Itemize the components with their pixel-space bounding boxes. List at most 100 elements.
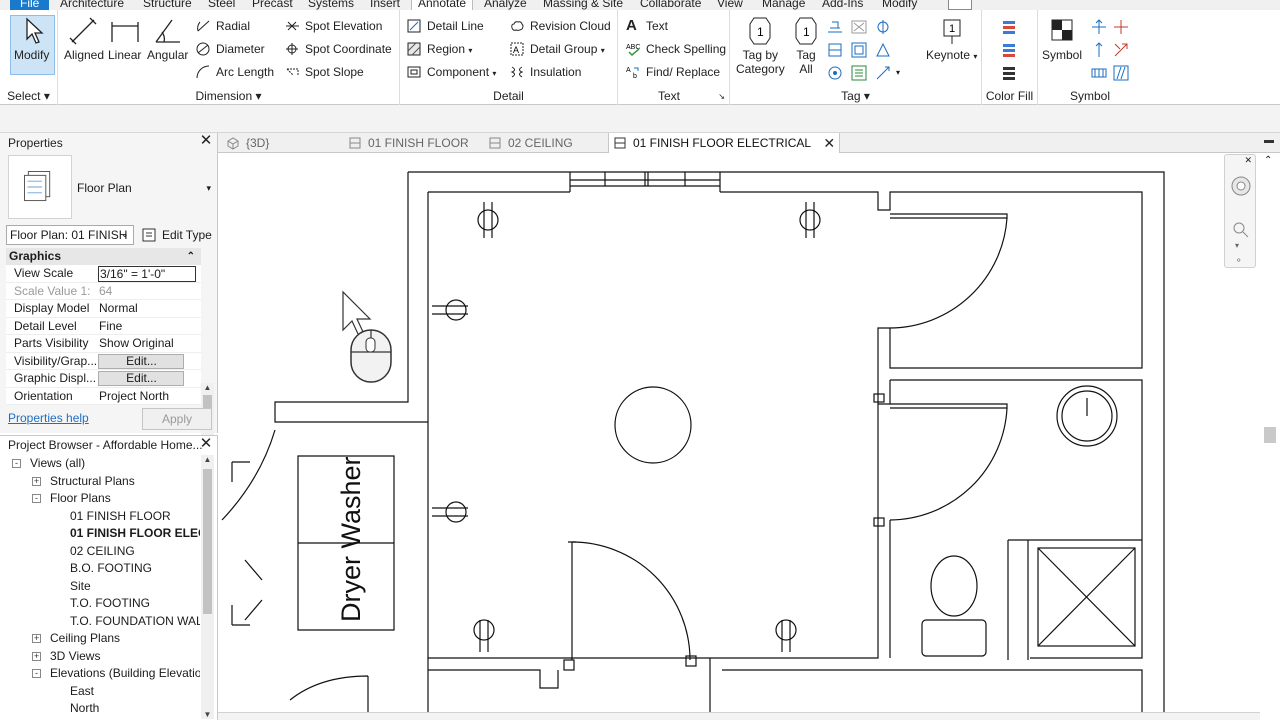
navbar-options-icon[interactable]: ⚬ — [1235, 255, 1243, 266]
zoom-icon[interactable] — [1232, 221, 1250, 239]
view-tab-01-finish-floor[interactable]: 01 FINISH FLOOR — [348, 133, 469, 153]
scroll-up-icon[interactable]: ⌃ — [1264, 155, 1272, 166]
tag-by-category-button[interactable]: 1 Tag by Category — [736, 16, 785, 76]
graphics-group-header[interactable]: Graphics ⌃ — [6, 248, 201, 265]
type-selector-name[interactable]: Floor Plan — [77, 181, 132, 195]
view-tab-02-ceiling[interactable]: 02 CEILING — [488, 133, 573, 153]
scroll-thumb[interactable] — [1264, 427, 1276, 443]
browser-node[interactable]: + Structural Plans — [32, 473, 135, 491]
type-selector-dropdown-icon[interactable]: ▾ — [206, 183, 211, 194]
zoom-dropdown-icon[interactable]: ▾ — [1235, 241, 1239, 250]
browser-node[interactable]: B.O. FOOTING — [70, 560, 152, 578]
scroll-up-icon[interactable]: ▲ — [201, 383, 214, 392]
detail-line-button[interactable]: Detail Line — [407, 16, 484, 36]
steering-wheel-icon[interactable] — [1230, 175, 1252, 197]
view-scale-input[interactable]: 3/16" = 1'-0" — [98, 266, 196, 282]
multi-category-tag-icon[interactable] — [850, 18, 868, 36]
tab-add-ins[interactable]: Add-Ins — [822, 0, 863, 10]
component-dropdown-icon[interactable]: ▾ — [492, 69, 496, 78]
scroll-up-icon[interactable]: ▲ — [201, 455, 214, 464]
tab-massing-site[interactable]: Massing & Site — [543, 0, 623, 10]
prop-row-display-model[interactable]: Display Model Normal — [6, 300, 201, 318]
prop-value[interactable]: Show Original — [98, 335, 196, 352]
insulation-button[interactable]: Insulation — [510, 62, 581, 82]
detail-group-dropdown-icon[interactable]: ▾ — [601, 46, 605, 55]
browser-node[interactable]: + Ceiling Plans — [32, 630, 120, 648]
tab-manage[interactable]: Manage — [762, 0, 805, 10]
tab-architecture[interactable]: Architecture — [60, 0, 124, 10]
prop-row-orientation[interactable]: Orientation Project North — [6, 388, 201, 405]
room-tag-icon[interactable] — [850, 41, 868, 59]
prop-row-detail-level[interactable]: Detail Level Fine — [6, 318, 201, 335]
prop-value[interactable]: Project North — [98, 388, 196, 405]
collapse-icon[interactable]: - — [32, 669, 41, 678]
angular-dimension-button[interactable]: Angular — [147, 16, 188, 62]
duct-legend-icon[interactable] — [1000, 18, 1018, 36]
tab-annotate[interactable]: Annotate — [411, 0, 474, 10]
fabric-area-icon[interactable] — [1112, 41, 1130, 59]
prop-row-parts-visibility[interactable]: Parts Visibility Show Original — [6, 335, 201, 353]
floor-plan-drawing[interactable]: Dryer Washer — [218, 153, 1260, 720]
check-spelling-button[interactable]: ABC Check Spelling — [626, 39, 726, 59]
area-tag-icon[interactable] — [826, 41, 844, 59]
properties-close-icon[interactable]: ✕ — [199, 133, 213, 148]
tag-more-dropdown-icon[interactable]: ▾ — [896, 68, 900, 77]
space-tag-icon[interactable] — [874, 41, 892, 59]
modify-button[interactable]: Modify — [14, 16, 49, 62]
panel-title-dimension[interactable]: Dimension ▾ — [58, 89, 399, 103]
expand-icon[interactable]: + — [32, 476, 41, 486]
browser-node[interactable]: North — [70, 700, 99, 718]
browser-node[interactable]: East — [70, 683, 94, 701]
scroll-down-icon[interactable]: ▼ — [201, 710, 214, 719]
collapse-icon[interactable]: - — [32, 494, 41, 503]
tag-all-button[interactable]: 1 Tag All — [790, 16, 822, 76]
expand-icon[interactable]: + — [32, 651, 41, 661]
scroll-thumb[interactable] — [203, 469, 212, 614]
browser-node[interactable]: - Views (all) — [12, 455, 85, 473]
linear-dimension-button[interactable]: Linear — [108, 16, 141, 62]
browser-node[interactable]: 01 FINISH FLOOR — [70, 508, 171, 526]
detail-group-button[interactable]: A Detail Group ▾ — [510, 39, 605, 59]
collapse-icon[interactable]: - — [12, 459, 21, 468]
panel-title-tag[interactable]: Tag ▾ — [730, 89, 981, 103]
graphic-display-edit-button[interactable]: Edit... — [98, 371, 184, 386]
stair-path-icon[interactable] — [1090, 41, 1108, 59]
canvas-vertical-scrollbar[interactable]: ⌃ — [1260, 153, 1280, 720]
area-reinforcement-icon[interactable] — [1090, 64, 1108, 82]
aligned-dimension-button[interactable]: Aligned — [64, 16, 104, 62]
keynote-tag-icon[interactable] — [850, 64, 868, 82]
apply-button[interactable]: Apply — [142, 408, 212, 430]
tab-insert[interactable]: Insert — [370, 0, 400, 10]
beam-symbol-icon[interactable] — [1112, 18, 1130, 36]
tab-systems[interactable]: Systems — [308, 0, 354, 10]
material-tag-icon[interactable] — [874, 18, 892, 36]
collapse-group-icon[interactable]: ⌃ — [187, 248, 195, 265]
view-reference-icon[interactable] — [826, 64, 844, 82]
span-direction-icon[interactable] — [1090, 18, 1108, 36]
tab-steel[interactable]: Steel — [208, 0, 235, 10]
prop-value[interactable]: Fine — [98, 318, 196, 335]
text-button[interactable]: A Text — [626, 16, 668, 36]
tab-precast[interactable]: Precast — [252, 0, 293, 10]
region-dropdown-icon[interactable]: ▾ — [468, 46, 472, 55]
keynote-dropdown-icon[interactable]: ▾ — [973, 52, 977, 61]
tag-options-icon[interactable] — [874, 64, 892, 82]
instance-view-selector[interactable]: Floor Plan: 01 FINISH ⌄ — [6, 225, 134, 245]
radial-dimension-button[interactable]: Radial — [196, 16, 250, 36]
contextual-tab-dropdown[interactable] — [948, 0, 972, 10]
browser-node[interactable]: T.O. FOUNDATION WALL — [70, 613, 200, 631]
project-browser-close-icon[interactable]: ✕ — [199, 436, 213, 451]
prop-row-view-scale[interactable]: View Scale 3/16" = 1'-0" — [6, 265, 201, 283]
revision-cloud-button[interactable]: Revision Cloud — [510, 16, 611, 36]
tab-collaborate[interactable]: Collaborate — [640, 0, 701, 10]
symbol-button[interactable]: Symbol — [1042, 16, 1082, 62]
browser-node[interactable]: - Elevations (Building Elevation — [32, 665, 200, 683]
keynote-button[interactable]: 1 Keynote ▾ — [926, 16, 977, 62]
region-button[interactable]: Region ▾ — [407, 39, 472, 59]
browser-node[interactable]: +3D Views — [32, 648, 100, 666]
spot-slope-button[interactable]: Spot Slope — [285, 62, 364, 82]
drawing-area[interactable]: Dryer Washer — [218, 153, 1260, 720]
tab-structure[interactable]: Structure — [143, 0, 192, 10]
view-tabs-menu-icon[interactable]: ▬ — [1264, 135, 1274, 146]
properties-help-link[interactable]: Properties help — [8, 411, 89, 425]
